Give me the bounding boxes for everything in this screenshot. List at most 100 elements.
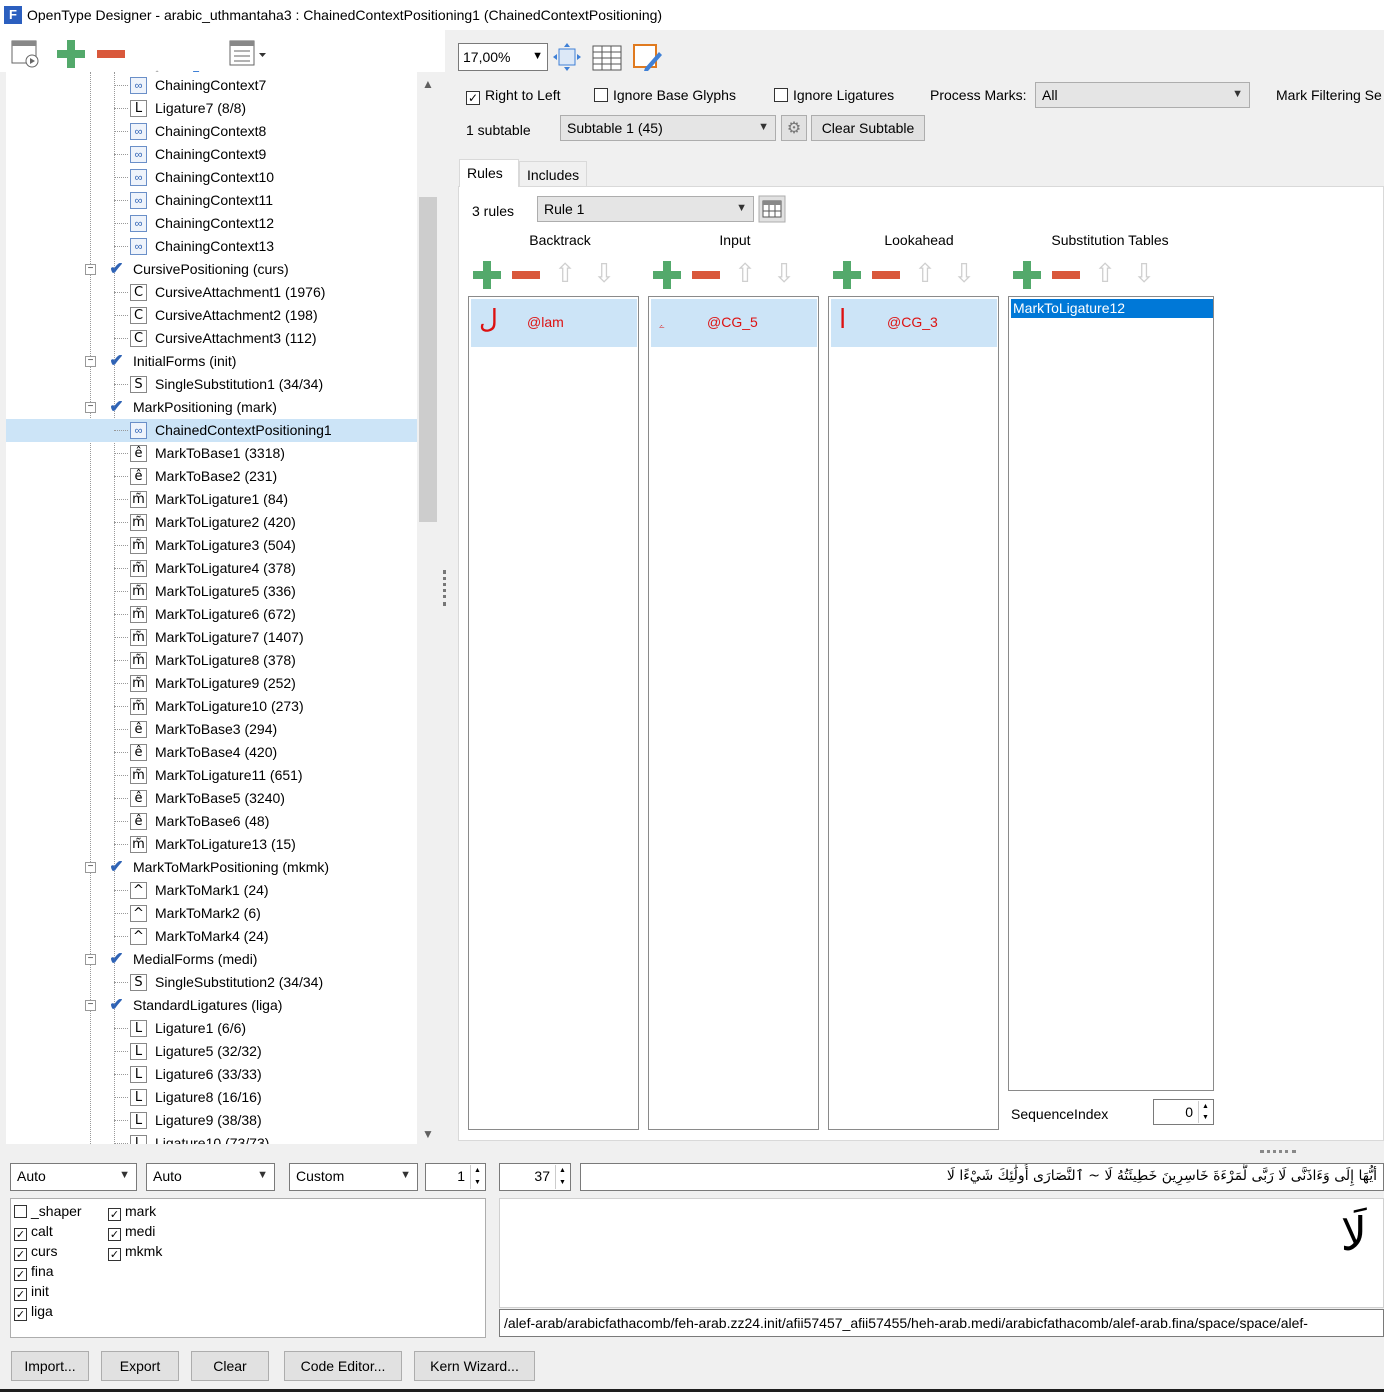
collapse-icon[interactable]: − bbox=[85, 402, 96, 413]
collapse-icon[interactable]: − bbox=[85, 954, 96, 965]
feature-list[interactable]: _shaper ✓ calt ✓ curs ✓ fina ✓ init ✓ liga ✓ mark ✓ me… bbox=[10, 1198, 486, 1338]
tree-lookup-row[interactable]: L Ligature6 (33/33) bbox=[6, 1063, 417, 1086]
lookup-up-icon[interactable]: ⇧ bbox=[1093, 260, 1117, 288]
backtrack-item[interactable]: ل @lam bbox=[471, 299, 637, 347]
process-marks-combo[interactable]: All ▼ bbox=[1035, 82, 1250, 108]
feature-checkbox-medi[interactable]: ✓ medi bbox=[108, 1222, 155, 1242]
lookahead-add-icon[interactable] bbox=[833, 261, 861, 289]
zoom-combo[interactable]: 17,00% ▼ bbox=[458, 43, 548, 71]
backtrack-up-icon[interactable]: ⇧ bbox=[553, 260, 577, 288]
tree-scrollbar[interactable]: ▲ ▼ bbox=[417, 72, 439, 1144]
feature-checkbox-shaper[interactable]: _shaper bbox=[14, 1202, 82, 1222]
input-add-icon[interactable] bbox=[653, 261, 681, 289]
tree-lookup-row[interactable]: ∞ ChainingContext12 bbox=[6, 212, 417, 235]
lookup-add-icon[interactable] bbox=[1013, 261, 1041, 289]
tree-lookup-row[interactable]: L Ligature5 (32/32) bbox=[6, 1040, 417, 1063]
tree-lookup-row[interactable]: ∞ ChainingContext10 bbox=[6, 166, 417, 189]
lookahead-down-icon[interactable]: ⇩ bbox=[952, 260, 976, 288]
rule-table-icon[interactable] bbox=[758, 195, 786, 223]
tree-lookup-row[interactable]: ^ MarkToMark4 (24) bbox=[6, 925, 417, 948]
clear-subtable-button[interactable]: Clear Subtable bbox=[811, 115, 925, 141]
input-list[interactable]: ۦ @CG_5 bbox=[648, 296, 819, 1130]
kern-wizard-button[interactable]: Kern Wizard... bbox=[414, 1351, 535, 1381]
tree-lookup-row[interactable]: L Ligature7 (8/8) bbox=[6, 97, 417, 120]
glyph-sequence-field[interactable]: /alef-arab/arabicfathacomb/feh-arab.zz24… bbox=[499, 1309, 1384, 1337]
import-button[interactable]: Import... bbox=[11, 1351, 89, 1381]
backtrack-down-icon[interactable]: ⇩ bbox=[592, 260, 616, 288]
tree-lookup-row[interactable]: m̃ MarkToLigature1 (84) bbox=[6, 488, 417, 511]
tree-lookup-row[interactable]: m̃ MarkToLigature4 (378) bbox=[6, 557, 417, 580]
ignore-base-glyphs-checkbox[interactable]: Ignore Base Glyphs bbox=[594, 86, 736, 106]
tree-lookup-row[interactable]: L Ligature10 (73/73) bbox=[6, 1132, 417, 1144]
tree-lookup-row[interactable]: ^ MarkToMark1 (24) bbox=[6, 879, 417, 902]
features-combo[interactable]: Custom ▼ bbox=[289, 1163, 418, 1191]
backtrack-remove-icon[interactable] bbox=[512, 271, 540, 279]
tree-lookup-row[interactable]: ∞ ChainingContext11 bbox=[6, 189, 417, 212]
font-size-spinner[interactable]: 37 ▲ ▼ bbox=[499, 1163, 571, 1191]
tree-lookup-row[interactable]: ∞ ChainingContext13 bbox=[6, 235, 417, 258]
script-combo[interactable]: Auto ▼ bbox=[10, 1163, 137, 1191]
tree-lookup-row[interactable]: ê MarkToBase5 (3240) bbox=[6, 787, 417, 810]
tree-feature-row[interactable]: − ✔ InitialForms (init) bbox=[6, 350, 417, 373]
tree-lookup-row[interactable]: m̃ MarkToLigature7 (1407) bbox=[6, 626, 417, 649]
collapse-icon[interactable]: − bbox=[85, 356, 96, 367]
feature-checkbox-curs[interactable]: ✓ curs bbox=[14, 1242, 57, 1262]
tree-lookup-row[interactable]: m̃ MarkToLigature5 (336) bbox=[6, 580, 417, 603]
code-editor-button[interactable]: Code Editor... bbox=[284, 1351, 402, 1381]
clear-button[interactable]: Clear bbox=[191, 1351, 269, 1381]
add-icon[interactable] bbox=[56, 39, 86, 69]
lookahead-up-icon[interactable]: ⇧ bbox=[913, 260, 937, 288]
tree-lookup-row[interactable]: m̃ MarkToLigature9 (252) bbox=[6, 672, 417, 695]
lookahead-item[interactable]: ا @CG_3 bbox=[831, 299, 997, 347]
tree-lookup-row[interactable]: L Ligature8 (16/16) bbox=[6, 1086, 417, 1109]
substitution-tables-list[interactable]: MarkToLigature12 bbox=[1008, 296, 1214, 1091]
tree-lookup-row[interactable]: m̃ MarkToLigature11 (651) bbox=[6, 764, 417, 787]
tree-lookup-row[interactable]: m̃ MarkToLigature6 (672) bbox=[6, 603, 417, 626]
spin-down-icon[interactable]: ▼ bbox=[1198, 1112, 1212, 1123]
input-remove-icon[interactable] bbox=[692, 271, 720, 279]
input-item[interactable]: ۦ @CG_5 bbox=[651, 299, 817, 347]
backtrack-list[interactable]: ل @lam bbox=[468, 296, 639, 1130]
tree-lookup-row[interactable]: ê MarkToBase4 (420) bbox=[6, 741, 417, 764]
remove-icon[interactable] bbox=[96, 39, 126, 69]
spin-up-icon[interactable]: ▲ bbox=[1198, 1101, 1212, 1112]
tree-lookup-row[interactable]: ê MarkToBase1 (3318) bbox=[6, 442, 417, 465]
tree-lookup-row[interactable]: ∞ ChainingContext7 bbox=[6, 74, 417, 97]
tree-lookup-row[interactable]: m̃ MarkToLigature10 (273) bbox=[6, 695, 417, 718]
tree-feature-row[interactable]: − ✔ MarkPositioning (mark) bbox=[6, 396, 417, 419]
tree-lookup-row[interactable]: ê MarkToBase3 (294) bbox=[6, 718, 417, 741]
input-down-icon[interactable]: ⇩ bbox=[772, 260, 796, 288]
tab-includes[interactable]: Includes bbox=[519, 161, 587, 189]
tree-lookup-row[interactable]: ∞ ChainingContext8 bbox=[6, 120, 417, 143]
lookahead-list[interactable]: ا @CG_3 bbox=[828, 296, 999, 1130]
tree-feature-row[interactable]: − ✔ MarkToMarkPositioning (mkmk) bbox=[6, 856, 417, 879]
feature-checkbox-mkmk[interactable]: ✓ mkmk bbox=[108, 1242, 162, 1262]
edit-glyph-icon[interactable] bbox=[631, 42, 663, 72]
lookup-down-icon[interactable]: ⇩ bbox=[1132, 260, 1156, 288]
fit-view-icon[interactable] bbox=[552, 42, 582, 72]
tree-lookup-row[interactable]: C CursiveAttachment1 (1976) bbox=[6, 281, 417, 304]
tree-lookup-row[interactable]: C CursiveAttachment3 (112) bbox=[6, 327, 417, 350]
tree-feature-row[interactable]: − ✔ CursivePositioning (curs) bbox=[6, 258, 417, 281]
tree-lookup-row[interactable]: m̃ MarkToLigature3 (504) bbox=[6, 534, 417, 557]
tab-rules[interactable]: Rules bbox=[459, 159, 519, 187]
view-menu-icon[interactable] bbox=[228, 39, 268, 69]
preview-icon[interactable] bbox=[10, 39, 40, 69]
feature-checkbox-fina[interactable]: ✓ fina bbox=[14, 1262, 54, 1282]
tree-lookup-row[interactable]: S SingleSubstitution1 (34/34) bbox=[6, 373, 417, 396]
tree-lookup-row[interactable]: ê MarkToBase2 (231) bbox=[6, 465, 417, 488]
tree-lookup-row[interactable]: C CursiveAttachment2 (198) bbox=[6, 304, 417, 327]
input-up-icon[interactable]: ⇧ bbox=[733, 260, 757, 288]
spin-down-icon[interactable]: ▼ bbox=[555, 1177, 569, 1189]
lookup-tree[interactable]: ∞ ChainingContext7 L Ligature7 (8/8) ∞ Chaini… bbox=[6, 72, 417, 1144]
right-to-left-checkbox[interactable]: ✓ Right to Left bbox=[466, 86, 561, 106]
backtrack-add-icon[interactable] bbox=[473, 261, 501, 289]
language-combo[interactable]: Auto ▼ bbox=[146, 1163, 275, 1191]
scrollbar-thumb[interactable] bbox=[419, 197, 437, 522]
tree-lookup-row[interactable]: ∞ ChainedContextPositioning1 bbox=[6, 419, 417, 442]
sequence-index-spinner[interactable]: 0 ▲ ▼ bbox=[1153, 1099, 1214, 1125]
subtable-combo[interactable]: Subtable 1 (45) ▼ bbox=[560, 115, 776, 141]
lookup-remove-icon[interactable] bbox=[1052, 271, 1080, 279]
tree-feature-row[interactable]: − ✔ MedialForms (medi) bbox=[6, 948, 417, 971]
collapse-icon[interactable]: − bbox=[85, 862, 96, 873]
